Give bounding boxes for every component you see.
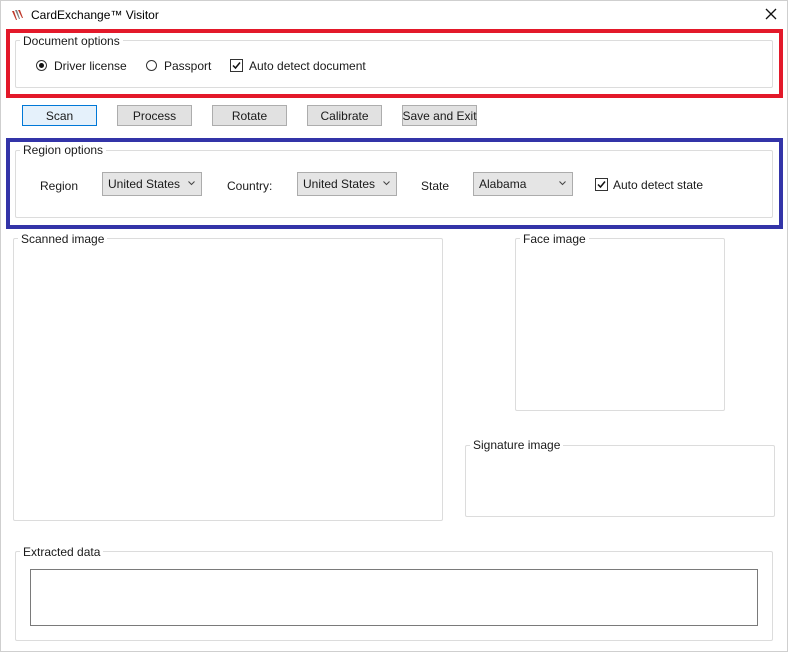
checkmark-icon (597, 181, 606, 189)
auto-detect-state-checkbox[interactable] (595, 178, 608, 191)
region-label: Region (40, 179, 79, 193)
document-options-legend: Document options (20, 34, 123, 48)
region-dropdown[interactable]: United States (102, 172, 202, 196)
scan-button[interactable]: Scan (22, 105, 97, 126)
passport-radio[interactable] (146, 60, 157, 71)
chevron-down-icon (188, 181, 195, 186)
driver-license-radio[interactable] (36, 60, 47, 71)
state-dropdown[interactable]: Alabama (473, 172, 573, 196)
signature-image-legend: Signature image (470, 438, 564, 452)
driver-license-label[interactable]: Driver license (54, 59, 127, 73)
face-image-panel (515, 238, 725, 411)
document-options-group (15, 40, 773, 88)
chevron-down-icon (559, 181, 566, 186)
region-options-legend: Region options (20, 143, 107, 157)
state-dropdown-value: Alabama (479, 177, 527, 191)
window-title: CardExchange™ Visitor (31, 8, 159, 22)
save-and-exit-button[interactable]: Save and Exit (402, 105, 477, 126)
extracted-data-legend: Extracted data (20, 545, 104, 559)
auto-detect-document-label[interactable]: Auto detect document (249, 59, 366, 73)
calibrate-button[interactable]: Calibrate (307, 105, 382, 126)
process-button[interactable]: Process (117, 105, 192, 126)
auto-detect-state-label[interactable]: Auto detect state (613, 178, 703, 192)
face-image-legend: Face image (520, 232, 589, 246)
close-icon[interactable] (760, 4, 782, 24)
scanned-image-panel (13, 238, 443, 521)
cardexchange-logo-icon (11, 9, 25, 21)
auto-detect-document-checkbox[interactable] (230, 59, 243, 72)
checkmark-icon (232, 62, 241, 70)
region-dropdown-value: United States (108, 177, 181, 191)
state-label: State (421, 179, 450, 193)
extracted-data-textbox[interactable] (30, 569, 758, 626)
signature-image-panel (465, 445, 775, 517)
country-dropdown[interactable]: United States (297, 172, 397, 196)
country-label: Country: (227, 179, 273, 193)
rotate-button[interactable]: Rotate (212, 105, 287, 126)
country-dropdown-value: United States (303, 177, 376, 191)
chevron-down-icon (383, 181, 390, 186)
scanned-image-legend: Scanned image (18, 232, 108, 246)
passport-label[interactable]: Passport (164, 59, 211, 73)
